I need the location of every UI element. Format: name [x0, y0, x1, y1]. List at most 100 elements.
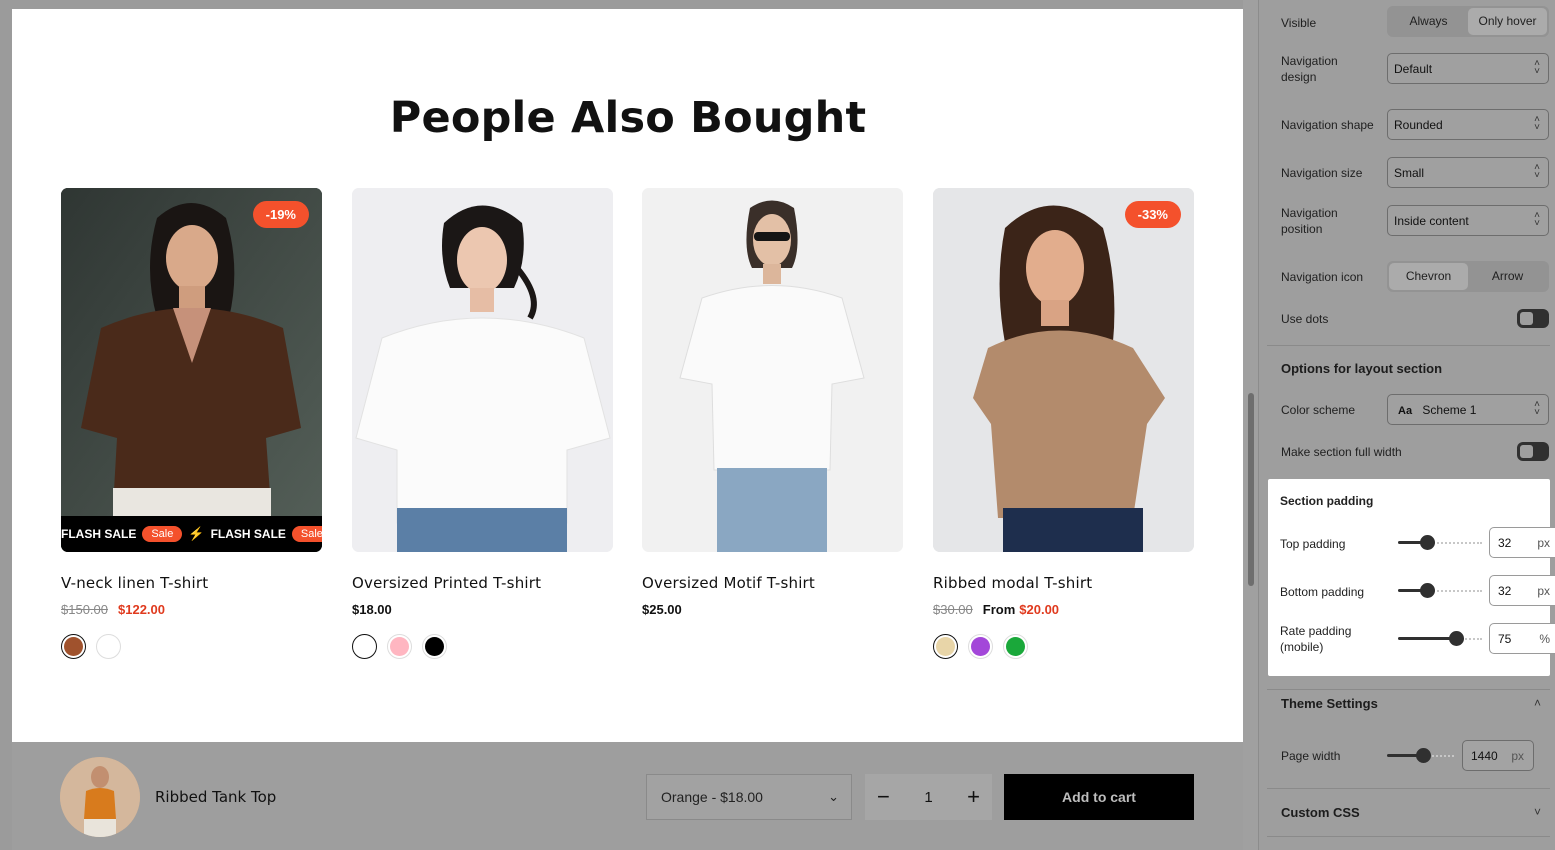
- bottom-padding-label: Bottom padding: [1280, 585, 1365, 599]
- color-swatch[interactable]: [96, 634, 121, 659]
- price: $25.00: [642, 602, 682, 617]
- page-width-slider-knob[interactable]: [1416, 748, 1431, 763]
- updown-chevron-icon: ˄ ˅: [1534, 162, 1540, 181]
- lightning-icon: ⚡: [188, 526, 205, 541]
- color-swatch[interactable]: [61, 634, 86, 659]
- color-swatch-fill: [936, 637, 955, 656]
- from-label: From: [982, 602, 1016, 617]
- navigation-size-select[interactable]: Small ˄ ˅: [1387, 157, 1549, 188]
- discount-badge: -33%: [1124, 201, 1181, 228]
- chevron-up-icon[interactable]: ˄: [1534, 696, 1541, 710]
- product-image[interactable]: -19% FLASH SALE Sale ⚡ FLASH SALE Sale: [61, 188, 322, 552]
- visible-option-always[interactable]: Always: [1389, 8, 1468, 35]
- bottom-padding-unit: px: [1537, 584, 1550, 598]
- top-padding-slider-knob[interactable]: [1420, 535, 1435, 550]
- rate-padding-slider-fill: [1398, 637, 1456, 640]
- rate-padding-slider-rest: [1462, 638, 1482, 640]
- sale-price: $122.00: [118, 602, 165, 617]
- navigation-position-label: Navigation position: [1281, 206, 1338, 236]
- color-scheme-select[interactable]: Aa Scheme 1 ˄ ˅: [1387, 394, 1549, 425]
- top-padding-input[interactable]: 32 px: [1489, 527, 1555, 558]
- color-swatch[interactable]: [933, 634, 958, 659]
- product-name[interactable]: Ribbed modal T-shirt: [933, 574, 1194, 592]
- color-swatch[interactable]: [968, 634, 993, 659]
- model-photo: [352, 188, 613, 552]
- rate-padding-label: Rate padding (mobile): [1280, 624, 1352, 654]
- navigation-shape-select[interactable]: Rounded ˄ ˅: [1387, 109, 1549, 140]
- navigation-design-select[interactable]: Default ˄ ˅: [1387, 53, 1549, 84]
- navigation-size-setting: Navigation size Small ˄ ˅: [1281, 157, 1549, 188]
- bottom-padding-slider-knob[interactable]: [1420, 583, 1435, 598]
- product-card[interactable]: -33% Ribbed modal T-shirt $30.00 From $2…: [933, 188, 1194, 659]
- color-swatch[interactable]: [1003, 634, 1028, 659]
- navigation-icon-option-chevron[interactable]: Chevron: [1389, 263, 1468, 290]
- product-name[interactable]: Oversized Printed T-shirt: [352, 574, 613, 592]
- custom-css-heading: Custom CSS: [1281, 805, 1360, 820]
- top-padding-slider[interactable]: [1398, 535, 1482, 550]
- color-swatches: [933, 634, 1194, 659]
- navigation-position-value: Inside content: [1394, 214, 1469, 228]
- product-name[interactable]: V-neck linen T-shirt: [61, 574, 322, 592]
- sticky-add-to-cart-bar: Ribbed Tank Top Orange - $18.00 ⌄ − 1 + …: [12, 742, 1243, 850]
- color-swatch-fill: [390, 637, 409, 656]
- product-card[interactable]: Oversized Motif T-shirt $25.00: [642, 188, 903, 634]
- flash-sale-text: FLASH SALE: [61, 527, 137, 541]
- sticky-product-name: Ribbed Tank Top: [155, 788, 277, 806]
- product-name[interactable]: Oversized Motif T-shirt: [642, 574, 903, 592]
- navigation-design-setting: Navigation design Default ˄ ˅: [1281, 53, 1549, 84]
- navigation-design-value: Default: [1394, 62, 1433, 76]
- color-swatch[interactable]: [387, 634, 412, 659]
- custom-css-header[interactable]: Custom CSS ˅: [1281, 805, 1549, 825]
- navigation-design-label: Navigation design: [1281, 54, 1338, 84]
- flash-sale-marquee: FLASH SALE Sale ⚡ FLASH SALE Sale: [61, 516, 322, 552]
- preview-scrollbar-thumb[interactable]: [1248, 393, 1254, 586]
- page-width-label: Page width: [1281, 749, 1341, 763]
- variant-select[interactable]: Orange - $18.00 ⌄: [646, 774, 852, 820]
- chevron-down-icon[interactable]: ˅: [1534, 805, 1541, 819]
- product-card[interactable]: Oversized Printed T-shirt $18.00: [352, 188, 613, 659]
- navigation-position-select[interactable]: Inside content ˄ ˅: [1387, 205, 1549, 236]
- navigation-icon-label: Navigation icon: [1281, 270, 1364, 284]
- bottom-padding-input[interactable]: 32 px: [1489, 575, 1555, 606]
- product-card[interactable]: -19% FLASH SALE Sale ⚡ FLASH SALE Sale V…: [61, 188, 322, 659]
- page-width-slider[interactable]: [1387, 748, 1454, 763]
- use-dots-toggle[interactable]: [1517, 309, 1549, 328]
- variant-select-value: Orange - $18.00: [661, 789, 763, 805]
- navigation-shape-setting: Navigation shape Rounded ˄ ˅: [1281, 109, 1549, 140]
- navigation-shape-value: Rounded: [1394, 118, 1443, 132]
- decrease-quantity-button[interactable]: −: [877, 786, 890, 808]
- product-image[interactable]: [352, 188, 613, 552]
- bottom-padding-value: 32: [1498, 584, 1512, 598]
- page-width-unit: px: [1511, 749, 1524, 763]
- rate-padding-slider[interactable]: [1398, 631, 1482, 646]
- product-image[interactable]: [642, 188, 903, 552]
- navigation-position-setting: Navigation position Inside content ˄ ˅: [1281, 205, 1549, 236]
- use-dots-setting: Use dots: [1281, 309, 1549, 329]
- color-swatch[interactable]: [352, 634, 377, 659]
- bottom-padding-slider[interactable]: [1398, 583, 1482, 598]
- quantity-value[interactable]: 1: [924, 790, 932, 805]
- rate-padding-setting: Rate padding (mobile) 75 %: [1280, 623, 1555, 654]
- page-width-setting: Page width 1440 px: [1281, 740, 1549, 771]
- product-prices: $30.00 From $20.00: [933, 602, 1194, 617]
- page-width-input[interactable]: 1440 px: [1462, 740, 1534, 771]
- visible-segmented-control: Always Only hover: [1387, 6, 1549, 37]
- navigation-size-label: Navigation size: [1281, 166, 1363, 180]
- color-swatch-fill: [99, 637, 118, 656]
- section-padding-card: Section padding Top padding 32 px Bottom…: [1268, 479, 1555, 676]
- rate-padding-slider-knob[interactable]: [1449, 631, 1464, 646]
- discount-badge: -19%: [252, 201, 309, 228]
- add-to-cart-button[interactable]: Add to cart: [1004, 774, 1194, 820]
- updown-chevron-icon: ˄ ˅: [1534, 114, 1540, 133]
- rate-padding-input[interactable]: 75 %: [1489, 623, 1555, 654]
- updown-chevron-icon: ˄ ˅: [1534, 58, 1540, 77]
- visible-option-only-hover[interactable]: Only hover: [1468, 8, 1547, 35]
- color-swatch[interactable]: [422, 634, 447, 659]
- full-width-toggle[interactable]: [1517, 442, 1549, 461]
- theme-settings-header[interactable]: Theme Settings ˄: [1281, 696, 1549, 716]
- navigation-icon-option-arrow[interactable]: Arrow: [1468, 263, 1547, 290]
- navigation-icon-segmented-control: Chevron Arrow: [1387, 261, 1549, 292]
- increase-quantity-button[interactable]: +: [967, 786, 980, 808]
- product-image[interactable]: -33%: [933, 188, 1194, 552]
- visible-setting: Visible Always Only hover: [1281, 6, 1549, 39]
